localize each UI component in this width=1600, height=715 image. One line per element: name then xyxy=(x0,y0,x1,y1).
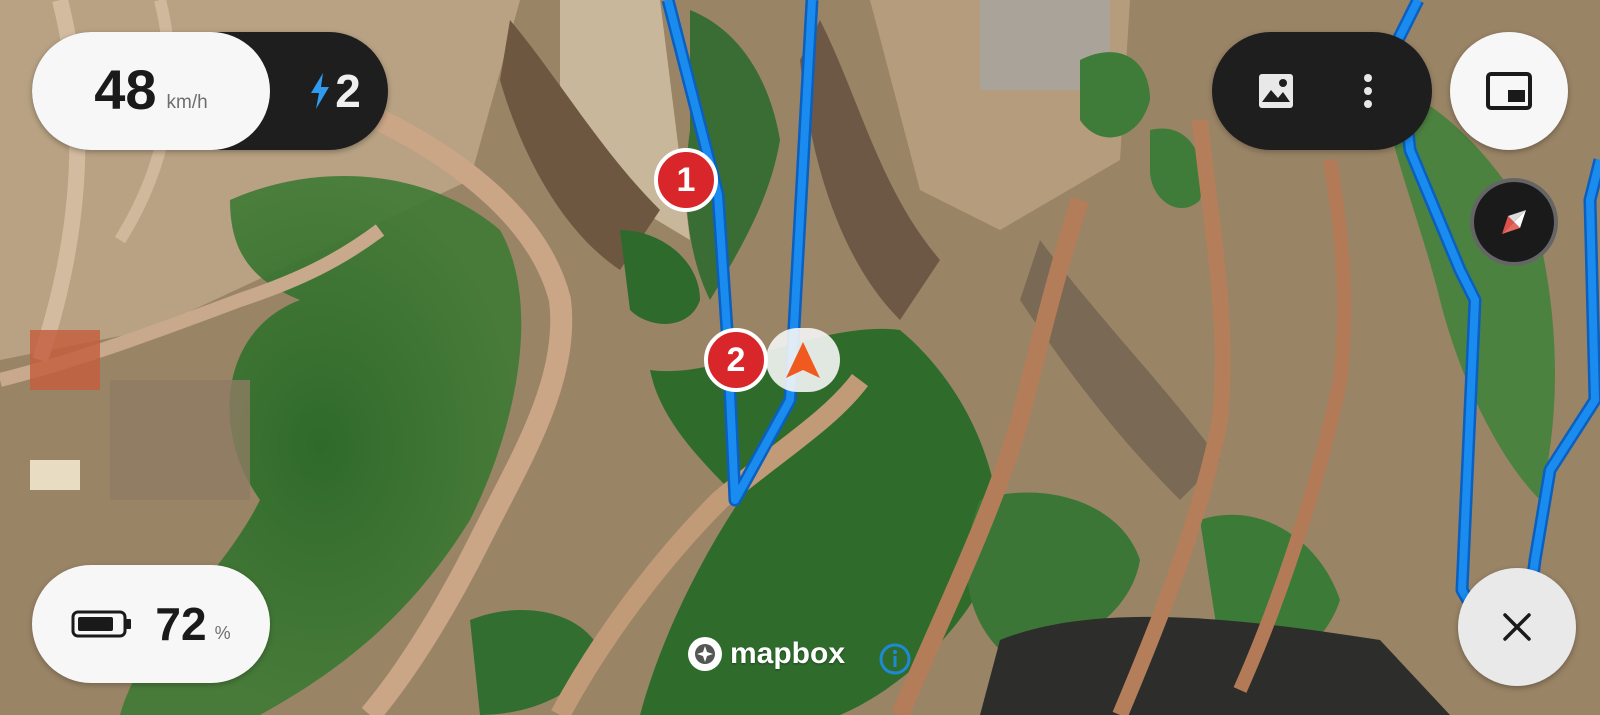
current-location-marker xyxy=(766,328,840,392)
speed-value: 48 xyxy=(94,58,157,121)
attribution-info-button[interactable] xyxy=(878,642,912,681)
map-style-button[interactable] xyxy=(1248,63,1304,119)
waypoint-marker-1[interactable]: 1 xyxy=(654,148,718,212)
image-icon xyxy=(1259,74,1293,108)
picture-in-picture-icon xyxy=(1486,72,1532,110)
more-vertical-icon xyxy=(1364,74,1372,108)
navigation-arrow-icon xyxy=(786,342,820,378)
battery-icon xyxy=(71,610,132,638)
close-icon xyxy=(1503,613,1531,641)
compass-icon xyxy=(1502,210,1526,234)
mapbox-attribution: mapbox xyxy=(686,635,845,673)
compass-button[interactable] xyxy=(1470,178,1558,266)
speed-unit: km/h xyxy=(166,92,208,113)
assist-level-value: 2 xyxy=(335,65,361,117)
info-icon xyxy=(879,643,911,675)
close-navigation-button[interactable] xyxy=(1458,568,1576,686)
mapbox-wordmark: mapbox xyxy=(730,637,846,670)
mapbox-logo xyxy=(688,637,722,671)
speed-assist-widget[interactable]: 48 km/h 2 xyxy=(32,32,388,150)
map-toolbar xyxy=(1212,32,1432,150)
battery-unit: % xyxy=(214,622,231,643)
battery-display: 72 % xyxy=(32,565,270,683)
lightning-icon xyxy=(311,73,330,109)
picture-in-picture-button[interactable] xyxy=(1450,32,1568,150)
assist-level[interactable]: 2 xyxy=(290,32,380,150)
battery-value: 72 xyxy=(155,598,207,650)
speed-display: 48 km/h xyxy=(32,32,270,150)
waypoint-marker-2[interactable]: 2 xyxy=(704,328,768,392)
more-options-button[interactable] xyxy=(1340,63,1396,119)
